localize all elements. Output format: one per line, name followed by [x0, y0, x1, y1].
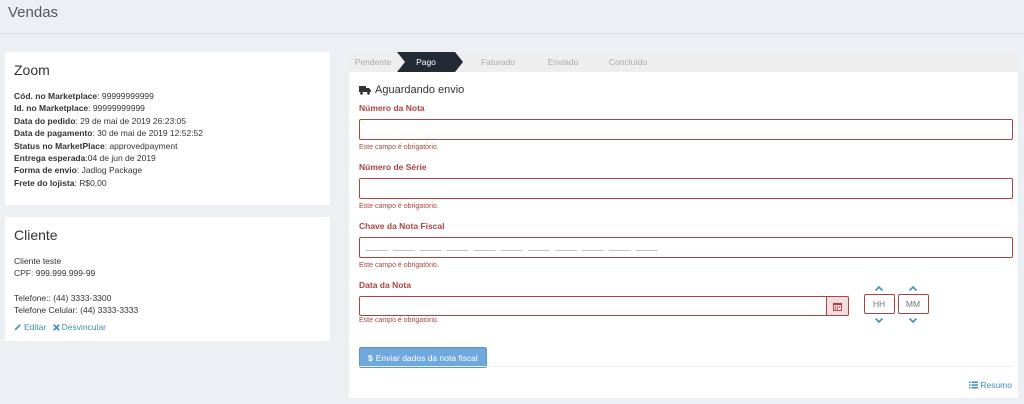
minute-up-button[interactable]	[909, 282, 917, 294]
step-pending[interactable]: Pendente	[349, 57, 397, 67]
client-phone: Telefone:: (44) 3333-3300	[14, 292, 112, 303]
close-icon	[52, 323, 60, 331]
chevron-up-icon	[909, 285, 917, 291]
time-picker	[863, 282, 931, 326]
detail-row: Cód. no Marketplace: 99999999999	[14, 90, 321, 102]
list-icon	[969, 381, 979, 389]
detail-label: Entrega esperada	[14, 153, 86, 164]
invoice-number-label: Número da Nota	[359, 103, 425, 113]
unlink-client-label: Desvincular	[61, 322, 106, 333]
detail-label: Status no MarketPlace	[14, 140, 105, 151]
pencil-icon	[14, 323, 21, 330]
client-cpf: CPF: 999.999.999-99	[14, 268, 96, 279]
marketplace-box-title: Zoom	[14, 62, 50, 78]
minute-down-button[interactable]	[909, 314, 917, 326]
chevron-down-icon	[909, 317, 917, 323]
detail-label: Data do pedido	[14, 115, 76, 126]
series-number-label: Número de Série	[359, 162, 427, 172]
detail-row: Id. no Marketplace: 99999999999	[14, 102, 321, 114]
calendar-icon	[833, 302, 842, 311]
client-box-title: Cliente	[14, 227, 58, 243]
invoice-number-error: Este campo é obrigatório.	[359, 144, 439, 151]
summary-link[interactable]: Resumo	[969, 380, 1012, 390]
invoice-date-input[interactable]	[359, 296, 826, 316]
calendar-button[interactable]	[826, 296, 849, 316]
edit-client-label: Editar	[24, 321, 47, 332]
order-panel: Pendente Pago Faturado Enviado Concluído…	[349, 52, 1018, 398]
invoice-key-input[interactable]	[359, 237, 1013, 258]
step-done[interactable]: Concluído	[593, 57, 663, 67]
series-number-input[interactable]	[359, 178, 1013, 199]
shipping-status-text: Aguardando envio	[375, 84, 465, 96]
minute-input[interactable]	[897, 294, 929, 314]
detail-label: Forma de envio	[14, 165, 77, 176]
step-paid[interactable]: Pago	[397, 52, 463, 72]
invoice-number-input[interactable]	[359, 119, 1013, 140]
detail-row: Status no MarketPlace: approvedpayment	[14, 140, 321, 152]
truck-icon	[359, 85, 371, 95]
detail-value: 29 de mai de 2019 26:23:05	[80, 115, 186, 126]
order-progress-steps: Pendente Pago Faturado Enviado Concluído	[349, 52, 1018, 72]
detail-row: Data do pedido: 29 de mai de 2019 26:23:…	[14, 115, 321, 127]
unlink-client-link[interactable]: Desvincular	[52, 322, 106, 333]
marketplace-info-box: Zoom Cód. no Marketplace: 99999999999 Id.…	[5, 52, 330, 205]
submit-invoice-label: Enviar dados da nota fiscal	[375, 352, 478, 363]
chevron-up-icon	[875, 285, 883, 291]
hour-picker	[863, 282, 895, 326]
detail-value: 30 de mai de 2019 12:52:52	[97, 128, 204, 139]
series-number-error: Este campo é obrigatório.	[359, 203, 439, 210]
detail-label: Frete do lojista	[14, 177, 75, 188]
detail-row: Forma de envio: Jadlog Package	[14, 164, 321, 176]
detail-label: Data de pagamento	[14, 128, 93, 139]
chevron-down-icon	[875, 317, 883, 323]
hour-down-button[interactable]	[875, 314, 883, 326]
client-mobile: Telefone Celular: (44) 3333-3333	[14, 305, 139, 316]
detail-value: approvedpayment	[109, 140, 178, 151]
summary-label: Resumo	[980, 380, 1012, 390]
client-info-box: Cliente Cliente teste CPF: 999.999.999-9…	[5, 217, 330, 341]
detail-value: 04 de jun de 2019	[87, 153, 156, 164]
detail-value: R$0,00	[79, 177, 107, 188]
detail-value: 99999999999	[92, 103, 145, 114]
step-invoiced[interactable]: Faturado	[463, 57, 533, 67]
detail-label: Id. no Marketplace	[14, 103, 89, 114]
panel-divider	[359, 366, 1013, 367]
submit-invoice-button[interactable]: $ Enviar dados da nota fiscal	[359, 347, 487, 368]
detail-row: Entrega esperada:04 de jun de 2019	[14, 152, 321, 164]
step-sent[interactable]: Enviado	[533, 57, 593, 67]
shipping-status: Aguardando envio	[359, 84, 1008, 96]
invoice-key-error: Este campo é obrigatório.	[359, 262, 439, 269]
detail-value: 99999999999	[101, 91, 154, 101]
hour-input[interactable]	[863, 294, 895, 314]
detail-value: Jadlog Package	[81, 165, 143, 176]
invoice-date-group	[359, 296, 849, 316]
detail-row: Data de pagamento: 30 de mai de 2019 12:…	[14, 127, 321, 139]
invoice-form: Aguardando envio Número da Nota Este cam…	[349, 72, 1018, 368]
hour-up-button[interactable]	[875, 282, 883, 294]
client-name: Cliente teste	[14, 256, 62, 266]
page-title: Vendas	[8, 4, 59, 21]
marketplace-details: Cód. no Marketplace: 99999999999 Id. no M…	[14, 90, 321, 189]
edit-client-link[interactable]: Editar	[14, 322, 46, 332]
dollar-icon: $	[368, 352, 373, 363]
invoice-key-label: Chave da Nota Fiscal	[359, 221, 445, 231]
minute-picker	[897, 282, 929, 326]
detail-row: Frete do lojista: R$0,00	[14, 177, 321, 189]
page-header: Vendas	[0, 0, 1024, 34]
detail-label: Cód. no Marketplace	[14, 91, 98, 101]
